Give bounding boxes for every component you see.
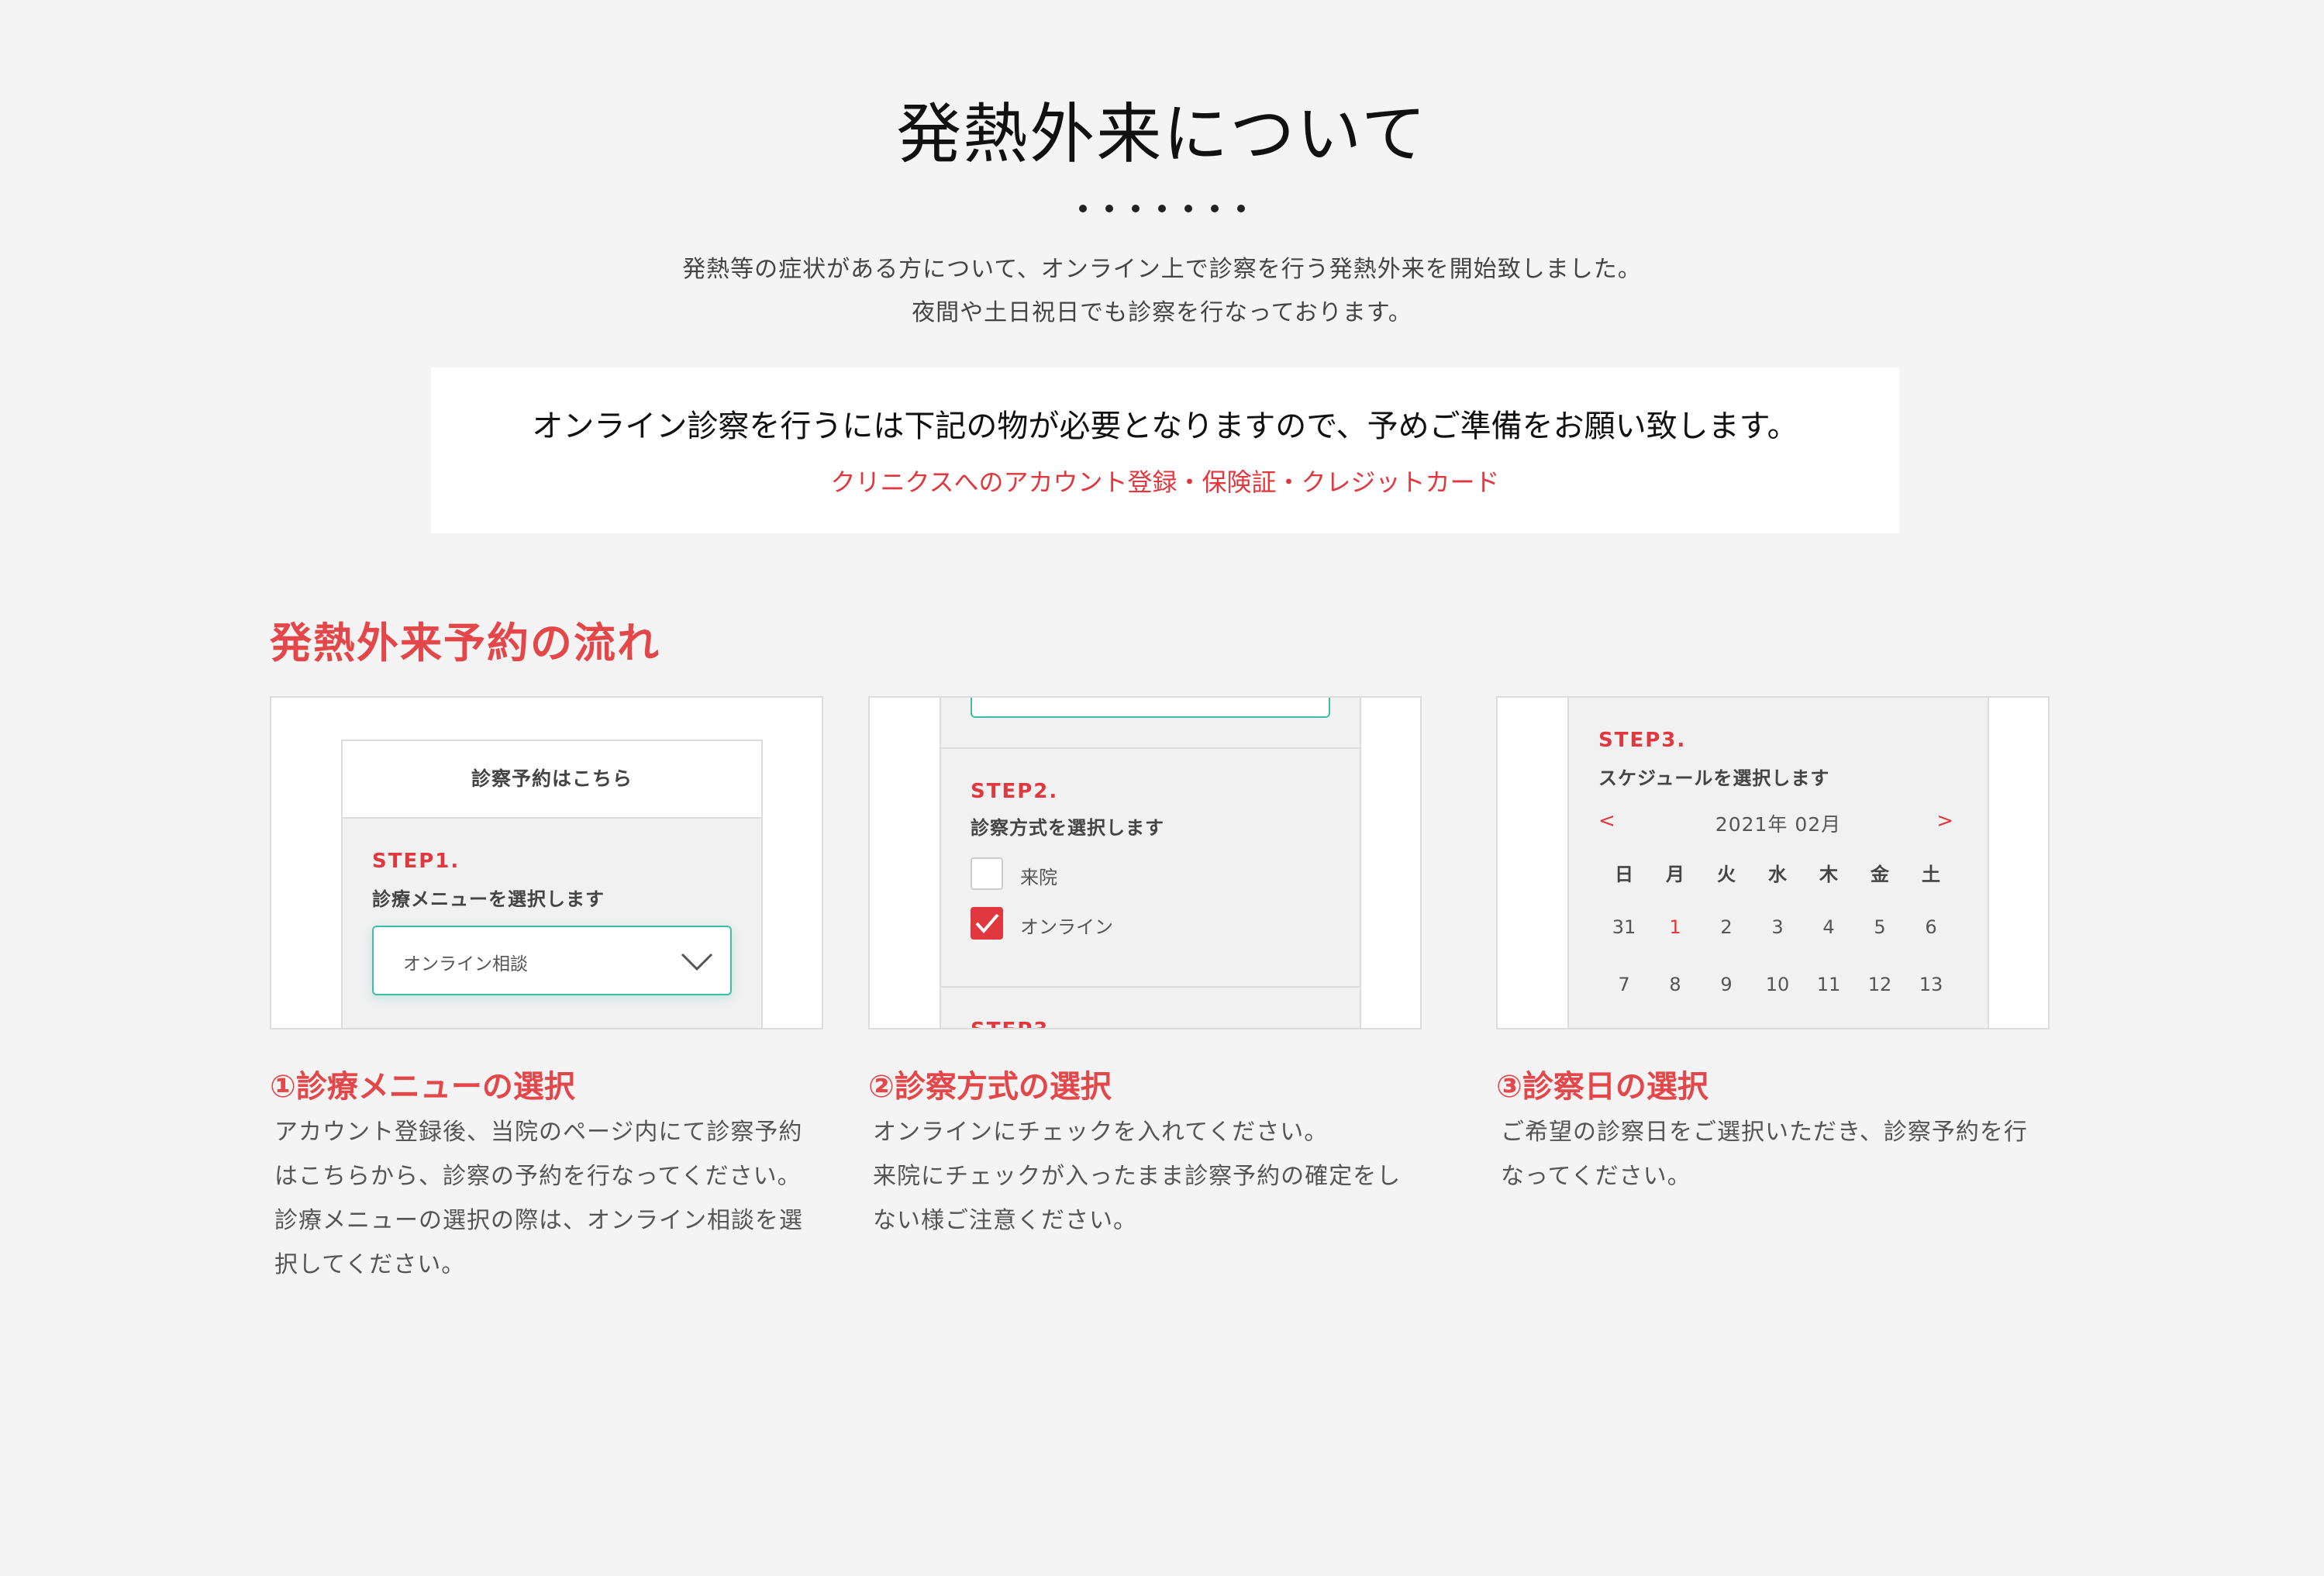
step3-label-partial: STEP3. [971, 1019, 1058, 1028]
divider [941, 747, 1360, 749]
calendar-day[interactable]: 10 [1752, 974, 1803, 995]
notice-main-text: オンライン診察を行うには下記の物が必要となりますので、予めご準備をお願い致します… [532, 409, 1798, 444]
calendar-day[interactable]: 3 [1752, 916, 1803, 938]
step1-line: 択してください。 [274, 1251, 466, 1278]
calendar-weekdays: 日 月 火 水 木 金 土 [1598, 859, 1957, 886]
intro-line-2: 夜間や土日祝日でも診察を行なっております。 [912, 299, 1412, 326]
weekday: 月 [1666, 864, 1684, 885]
calendar-day[interactable]: 7 [1598, 974, 1650, 995]
checkbox-online[interactable] [971, 907, 1003, 940]
intro-text: 発熱等の症状がある方について、オンライン上で診察を行う発熱外来を開始致しました。… [0, 248, 2324, 335]
divider [941, 986, 1360, 988]
calendar-day[interactable]: 31 [1598, 916, 1650, 938]
calendar-day[interactable]: 6 [1905, 916, 1957, 938]
step1-title: ①診療メニューの選択 [270, 1069, 575, 1105]
weekday: 日 [1615, 864, 1633, 885]
calendar-day[interactable]: 13 [1905, 974, 1957, 995]
step3-screenshot-card: STEP3. スケジュールを選択します < 2021年 02月 > 日 月 火 … [1496, 696, 2050, 1029]
calendar-week-2: 7 8 9 10 11 12 13 [1598, 974, 1957, 995]
step3-title: ③診察日の選択 [1496, 1069, 1709, 1105]
option-visit-label: 来院 [1020, 867, 1057, 888]
step1-line: アカウント登録後、当院のページ内にて診察予約 [274, 1119, 803, 1146]
calendar-week-1: 31 1 2 3 4 5 6 [1598, 916, 1957, 938]
chevron-down-icon [681, 953, 713, 971]
weekday: 火 [1717, 864, 1736, 885]
notice-requirements: クリニクスへのアカウント登録・保険証・クレジットカード [830, 467, 1500, 497]
step3-description: ご希望の診察日をご選択いただき、診察予約を行 なってください。 [1501, 1110, 2028, 1198]
checkbox-visit[interactable] [971, 857, 1003, 890]
calendar-day[interactable]: 9 [1701, 974, 1752, 995]
title-dots-divider [0, 205, 2324, 212]
step2-description: オンラインにチェックを入れてください。 来院にチェックが入ったまま診察予約の確定… [873, 1110, 1401, 1243]
menu-select-value: オンライン相談 [403, 954, 528, 974]
step3-line: なってください。 [1501, 1163, 1691, 1190]
calendar-day[interactable]: 4 [1803, 916, 1854, 938]
step1-screenshot-card: 診察予約はこちら STEP1. 診療メニューを選択します オンライン相談 [270, 696, 823, 1029]
calendar-day[interactable]: 5 [1854, 916, 1905, 938]
step2-desc: 診察方式を選択します [971, 817, 1164, 839]
schedule-panel: STEP3. スケジュールを選択します < 2021年 02月 > 日 月 火 … [1567, 698, 1989, 1028]
reservation-panel: 診察予約はこちら STEP1. 診療メニューを選択します オンライン相談 [341, 740, 763, 1028]
menu-select-bottom-edge [971, 698, 1330, 718]
menu-select[interactable]: オンライン相談 [372, 926, 732, 995]
step1-line: はこちらから、診察の予約を行なってください。 [274, 1163, 802, 1190]
requirements-notice: オンライン診察を行うには下記の物が必要となりますので、予めご準備をお願い致します… [431, 367, 1899, 533]
step2-screenshot-card: STEP2. 診察方式を選択します 来院 オンライン STEP3. [868, 696, 1422, 1029]
step1-desc: 診療メニューを選択します [372, 888, 605, 910]
weekday: 木 [1819, 864, 1838, 885]
method-panel: STEP2. 診察方式を選択します 来院 オンライン STEP3. [940, 698, 1361, 1028]
flow-section-title: 発熱外来予約の流れ [270, 619, 660, 667]
step1-label: STEP1. [372, 850, 460, 873]
step3-label: STEP3. [1598, 729, 1687, 752]
step1-description: アカウント登録後、当院のページ内にて診察予約 はこちらから、診察の予約を行なって… [274, 1110, 803, 1287]
calendar-day[interactable]: 11 [1803, 974, 1854, 995]
checkmark-icon [975, 913, 999, 934]
step2-line: ない様ご注意ください。 [873, 1207, 1137, 1234]
step2-line: 来院にチェックが入ったまま診察予約の確定をし [873, 1163, 1402, 1190]
weekday: 土 [1922, 864, 1940, 885]
weekday: 水 [1768, 864, 1787, 885]
calendar-day[interactable]: 8 [1650, 974, 1701, 995]
intro-line-1: 発熱等の症状がある方について、オンライン上で診察を行う発熱外来を開始致しました。 [682, 256, 1642, 283]
step3-line: ご希望の診察日をご選択いただき、診察予約を行 [1501, 1119, 2028, 1146]
calendar-day[interactable]: 2 [1701, 916, 1752, 938]
step1-line: 診療メニューの選択の際は、オンライン相談を選 [274, 1207, 803, 1234]
calendar-day[interactable]: 12 [1854, 974, 1905, 995]
step3-desc: スケジュールを選択します [1598, 767, 1830, 789]
weekday: 金 [1871, 864, 1889, 885]
page-title: 発熱外来について [896, 96, 1428, 172]
calendar-month: 2021年 02月 [1715, 813, 1842, 836]
step2-title: ②診察方式の選択 [868, 1069, 1112, 1105]
next-month-button[interactable]: > [1936, 809, 1953, 833]
step2-line: オンラインにチェックを入れてください。 [873, 1119, 1329, 1146]
reservation-header[interactable]: 診察予約はこちら [343, 741, 761, 819]
option-online-label: オンライン [1020, 916, 1113, 938]
step2-label: STEP2. [971, 780, 1059, 803]
calendar-day[interactable]: 1 [1650, 916, 1701, 938]
